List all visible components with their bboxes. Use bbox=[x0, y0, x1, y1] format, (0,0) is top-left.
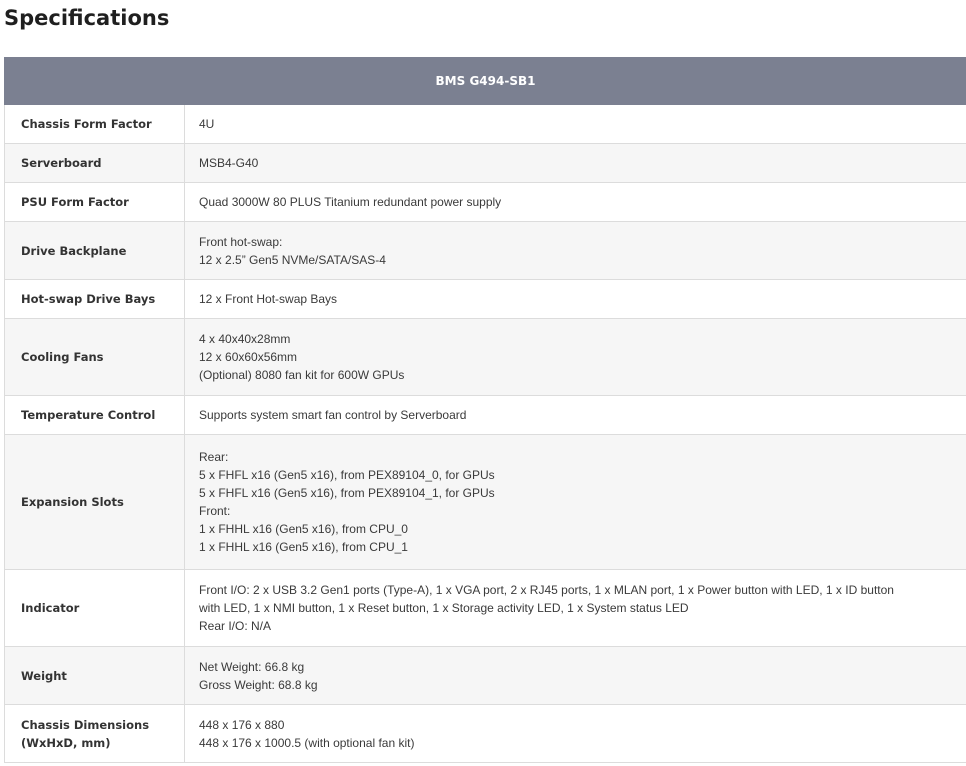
spec-value-line: 12 x 60x60x56mm bbox=[199, 350, 298, 364]
spec-row-psu-form-factor: PSU Form Factor Quad 3000W 80 PLUS Titan… bbox=[4, 182, 966, 222]
spec-row-hot-swap-drive-bays: Hot-swap Drive Bays 12 x Front Hot-swap … bbox=[4, 279, 966, 319]
spec-value-line: 1 x FHHL x16 (Gen5 x16), from CPU_1 bbox=[199, 540, 408, 554]
spec-row-chassis-dimensions: Chassis Dimensions (WxHxD, mm) 448 x 176… bbox=[4, 704, 966, 763]
spec-label-line: PSU Form Factor bbox=[21, 195, 129, 209]
spec-label-line: Temperature Control bbox=[21, 408, 156, 422]
spec-value-line: 4U bbox=[199, 117, 215, 131]
spec-label-line: Expansion Slots bbox=[21, 495, 124, 509]
spec-row-weight: Weight Net Weight: 66.8 kg Gross Weight:… bbox=[4, 646, 966, 705]
spec-label-line: Hot-swap Drive Bays bbox=[21, 292, 156, 306]
spec-value-line: 1 x FHHL x16 (Gen5 x16), from CPU_0 bbox=[199, 522, 408, 536]
spec-value: MSB4-G40 bbox=[184, 143, 966, 183]
spec-row-cooling-fans: Cooling Fans 4 x 40x40x28mm 12 x 60x60x5… bbox=[4, 318, 966, 396]
spec-value-line: Front: bbox=[199, 504, 231, 518]
spec-row-indicator: Indicator Front I/O: 2 x USB 3.2 Gen1 po… bbox=[4, 569, 966, 647]
spec-label: Drive Backplane bbox=[4, 221, 185, 280]
spec-value-line: MSB4-G40 bbox=[199, 156, 259, 170]
page-title: Specifications bbox=[4, 6, 170, 30]
spec-label-line: Weight bbox=[21, 668, 67, 683]
spec-row-temperature-control: Temperature Control Supports system smar… bbox=[4, 395, 966, 435]
model-name-header: BMS G494-SB1 bbox=[4, 57, 966, 105]
spec-value-line: 5 x FHFL x16 (Gen5 x16), from PEX89104_1… bbox=[199, 486, 495, 500]
spec-label-line: (WxHxD, mm) bbox=[21, 735, 111, 750]
spec-value-line: Rear I/O: N/A bbox=[199, 619, 272, 633]
spec-value: Quad 3000W 80 PLUS Titanium redundant po… bbox=[184, 182, 966, 222]
spec-label-line: Indicator bbox=[21, 601, 80, 615]
spec-value-line: Quad 3000W 80 PLUS Titanium redundant po… bbox=[199, 195, 502, 209]
spec-value-line: 448 x 176 x 1000.5 (with optional fan ki… bbox=[199, 735, 415, 750]
spec-value-line: 12 x Front Hot-swap Bays bbox=[199, 292, 338, 306]
spec-label: Indicator bbox=[4, 569, 185, 647]
spec-label-line: Chassis Dimensions bbox=[21, 717, 150, 732]
spec-value: Front I/O: 2 x USB 3.2 Gen1 ports (Type-… bbox=[184, 569, 966, 647]
spec-value: 448 x 176 x 880 448 x 176 x 1000.5 (with… bbox=[184, 704, 966, 763]
spec-label: Chassis Form Factor bbox=[4, 104, 185, 144]
spec-value-line: 4 x 40x40x28mm bbox=[199, 332, 291, 346]
spec-value-line: 12 x 2.5” Gen5 NVMe/SATA/SAS-4 bbox=[199, 252, 386, 267]
spec-value-line: Front I/O: 2 x USB 3.2 Gen1 ports (Type-… bbox=[199, 583, 894, 597]
spec-label-line: Serverboard bbox=[21, 156, 102, 170]
spec-label-line: Chassis Form Factor bbox=[21, 117, 152, 131]
spec-row-chassis-form-factor: Chassis Form Factor 4U bbox=[4, 104, 966, 144]
spec-label: PSU Form Factor bbox=[4, 182, 185, 222]
spec-label: Temperature Control bbox=[4, 395, 185, 435]
spec-value: Rear: 5 x FHFL x16 (Gen5 x16), from PEX8… bbox=[184, 434, 966, 570]
spec-label: Hot-swap Drive Bays bbox=[4, 279, 185, 319]
spec-value-line: (Optional) 8080 fan kit for 600W GPUs bbox=[199, 368, 405, 382]
spec-label: Expansion Slots bbox=[4, 434, 185, 570]
spec-value-line: Front hot-swap: bbox=[199, 234, 283, 249]
spec-value-line: Net Weight: 66.8 kg bbox=[199, 659, 305, 674]
spec-value-line: 5 x FHFL x16 (Gen5 x16), from PEX89104_0… bbox=[199, 468, 495, 482]
spec-value: Supports system smart fan control by Ser… bbox=[184, 395, 966, 435]
table-header-row: BMS G494-SB1 bbox=[4, 57, 966, 105]
spec-row-serverboard: Serverboard MSB4-G40 bbox=[4, 143, 966, 183]
spec-row-expansion-slots: Expansion Slots Rear: 5 x FHFL x16 (Gen5… bbox=[4, 434, 966, 570]
spec-value-line: with LED, 1 x NMI button, 1 x Reset butt… bbox=[199, 601, 689, 615]
spec-value-line: Supports system smart fan control by Ser… bbox=[199, 408, 467, 422]
spec-label: Weight bbox=[4, 646, 185, 705]
spec-label-line: Cooling Fans bbox=[21, 350, 104, 364]
spec-row-drive-backplane: Drive Backplane Front hot-swap: 12 x 2.5… bbox=[4, 221, 966, 280]
spec-value-line: 448 x 176 x 880 bbox=[199, 717, 285, 732]
spec-value: 12 x Front Hot-swap Bays bbox=[184, 279, 966, 319]
spec-value: 4 x 40x40x28mm 12 x 60x60x56mm (Optional… bbox=[184, 318, 966, 396]
spec-label-line: Drive Backplane bbox=[21, 243, 127, 258]
spec-value: Net Weight: 66.8 kg Gross Weight: 68.8 k… bbox=[184, 646, 966, 705]
spec-label: Chassis Dimensions (WxHxD, mm) bbox=[4, 704, 185, 763]
spec-label: Serverboard bbox=[4, 143, 185, 183]
spec-label: Cooling Fans bbox=[4, 318, 185, 396]
spec-value: Front hot-swap: 12 x 2.5” Gen5 NVMe/SATA… bbox=[184, 221, 966, 280]
spec-value-line: Rear: bbox=[199, 450, 229, 464]
spec-value: 4U bbox=[184, 104, 966, 144]
spec-value-line: Gross Weight: 68.8 kg bbox=[199, 677, 318, 692]
specifications-table: BMS G494-SB1 Chassis Form Factor 4U Serv… bbox=[4, 57, 966, 763]
